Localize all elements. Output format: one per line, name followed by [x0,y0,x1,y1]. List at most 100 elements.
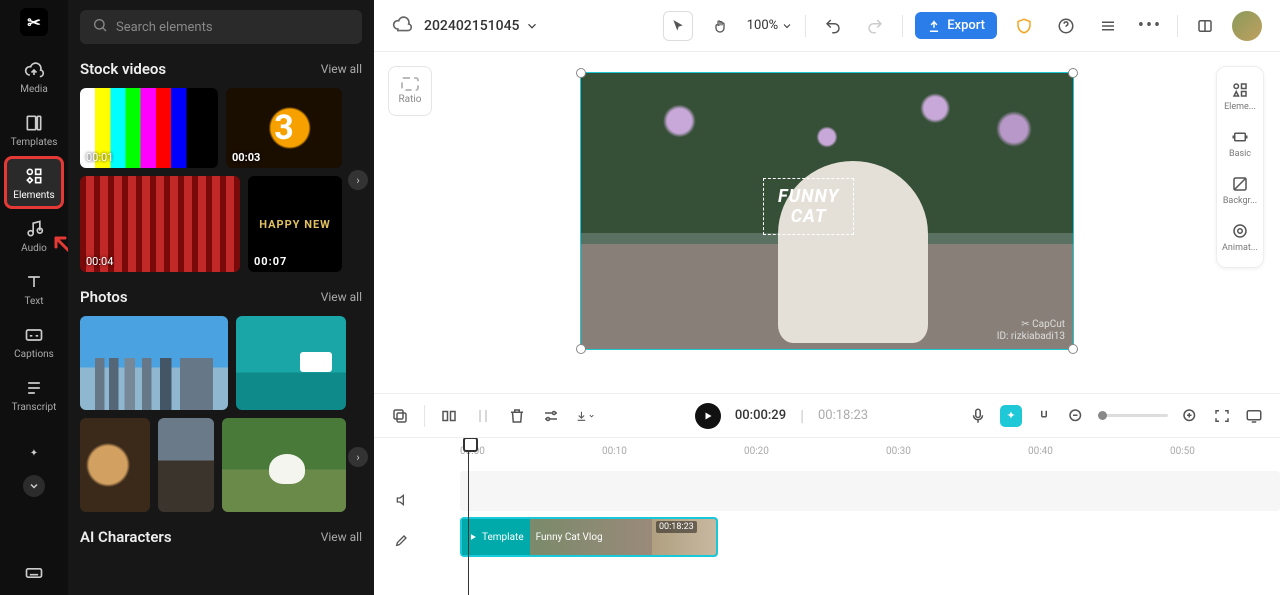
row-next-button[interactable]: › [348,447,368,467]
duplicate-button[interactable] [390,406,410,426]
nav-audio[interactable]: Audio [6,211,62,260]
ruler-mark: 00:30 [886,446,911,457]
rt-basic[interactable]: Basic [1220,122,1260,165]
nav-captions[interactable]: Captions [6,317,62,366]
keyboard-icon [24,563,44,583]
timeline-tracks[interactable]: 00:00 00:10 00:20 00:30 00:40 00:50 Temp… [430,438,1280,595]
rt-elements[interactable]: Eleme... [1220,75,1260,118]
delete-button[interactable] [507,406,527,426]
undo-icon [824,17,842,35]
cursor-tool-button[interactable] [663,11,693,41]
empty-track[interactable] [460,471,1280,511]
hand-icon [712,18,728,34]
track-mute-button[interactable] [392,490,412,510]
rt-animation[interactable]: Animat... [1220,216,1260,259]
clip-name: Funny Cat Vlog [536,532,603,543]
adjust-button[interactable] [541,406,561,426]
thumb-photo[interactable] [80,418,150,512]
zoom-value: 100% [747,18,778,33]
monitor-icon [1245,407,1263,425]
thumb-stock-video[interactable]: 00:01 [80,88,218,168]
nav-text[interactable]: Text [6,264,62,313]
row-next-button[interactable]: › [348,170,368,190]
thumb-photo[interactable] [80,316,228,410]
video-clip[interactable]: Template Funny Cat Vlog 00:18:23 [460,517,718,557]
zoom-in-button[interactable] [1180,406,1200,426]
resize-handle[interactable] [1068,68,1078,78]
resize-handle[interactable] [576,68,586,78]
layers-button[interactable] [1093,11,1123,41]
view-all-ai-characters[interactable]: View all [321,530,362,544]
track-row-empty [430,468,1280,514]
shield-button[interactable] [1009,11,1039,41]
mic-button[interactable] [968,406,988,426]
hand-tool-button[interactable] [705,11,735,41]
control-bar: 00:00:29 | 00:18:23 ✦ [374,393,1280,437]
preview-button[interactable] [1244,406,1264,426]
watermark-id: ID: rizkiabadi13 [997,331,1065,343]
timeline-ruler[interactable]: 00:00 00:10 00:20 00:30 00:40 00:50 [430,438,1280,464]
main-area: 202402151045 100% Export [374,0,1280,595]
clip-template-badge: Template [462,519,530,555]
redo-button[interactable] [860,11,890,41]
nav-more[interactable] [6,473,62,499]
more-button[interactable]: ••• [1135,11,1165,41]
timeline-gutter [374,438,430,595]
thumb-duration: 00:03 [232,151,260,164]
nav-transcript[interactable]: Transcript [6,370,62,419]
thumb-stock-video[interactable]: 3 00:03 [226,88,342,168]
preview-caption[interactable]: FUNNY CAT [763,178,854,236]
chevron-down-icon [23,475,45,497]
rt-background[interactable]: Backgr... [1220,169,1260,212]
rt-label: Backgr... [1223,196,1257,206]
nav-effects[interactable]: ✦ [6,435,62,469]
playhead[interactable] [468,438,469,595]
ruler-mark: 00:40 [1028,446,1053,457]
thumb-photo[interactable] [158,418,214,512]
nav-keyboard[interactable] [6,555,62,589]
help-button[interactable] [1051,11,1081,41]
thumb-photo[interactable] [222,418,346,512]
ai-button[interactable]: ✦ [1000,405,1022,427]
nav-templates[interactable]: Templates [6,105,62,154]
play-icon [702,410,714,422]
magnet-button[interactable] [1034,406,1054,426]
thumb-stock-video[interactable]: 00:04 [80,176,240,272]
thumb-duration: 00:07 [254,255,287,268]
trash-icon [508,407,526,425]
undo-button[interactable] [818,11,848,41]
resize-handle[interactable] [576,344,586,354]
zoom-slider[interactable] [1098,414,1168,417]
divider [424,405,425,427]
track-edit-button[interactable] [392,530,412,550]
layers-icon [1099,17,1117,35]
play-button[interactable] [695,403,721,429]
search-input[interactable]: Search elements [80,10,362,44]
view-all-photos[interactable]: View all [321,290,362,304]
ratio-button[interactable]: Ratio [388,66,432,116]
thumb-stock-video[interactable]: HAPPY NEW 00:07 [248,176,342,272]
export-button[interactable]: Export [915,12,997,39]
split-button[interactable] [439,406,459,426]
zoom-dropdown[interactable]: 100% [747,18,793,33]
nav-media[interactable]: Media [6,52,62,101]
resize-handle[interactable] [1068,344,1078,354]
nav-elements[interactable]: Elements [6,158,62,207]
download-button[interactable] [575,406,595,426]
section-title: Photos [80,288,128,306]
user-avatar[interactable] [1232,11,1262,41]
section-title: Stock videos [80,60,166,78]
app-logo[interactable]: ✂ [20,8,48,36]
fit-button[interactable] [1212,406,1232,426]
caption-line2: CAT [791,206,827,227]
view-all-stock-videos[interactable]: View all [321,62,362,76]
mic-icon [969,407,987,425]
project-name-dropdown[interactable]: 202402151045 [424,18,539,34]
stock-videos-row: 00:01 3 00:03 00:04 HAPPY NEW 00:07 › [80,88,362,272]
thumb-photo[interactable] [236,316,346,410]
video-preview[interactable]: FUNNY CAT ✂ CapCut ID: rizkiabadi13 [580,72,1074,350]
zoom-out-button[interactable] [1066,406,1086,426]
elements-icon [1231,81,1249,99]
section-head-photos: Photos View all [80,288,362,306]
panel-toggle-button[interactable] [1190,11,1220,41]
